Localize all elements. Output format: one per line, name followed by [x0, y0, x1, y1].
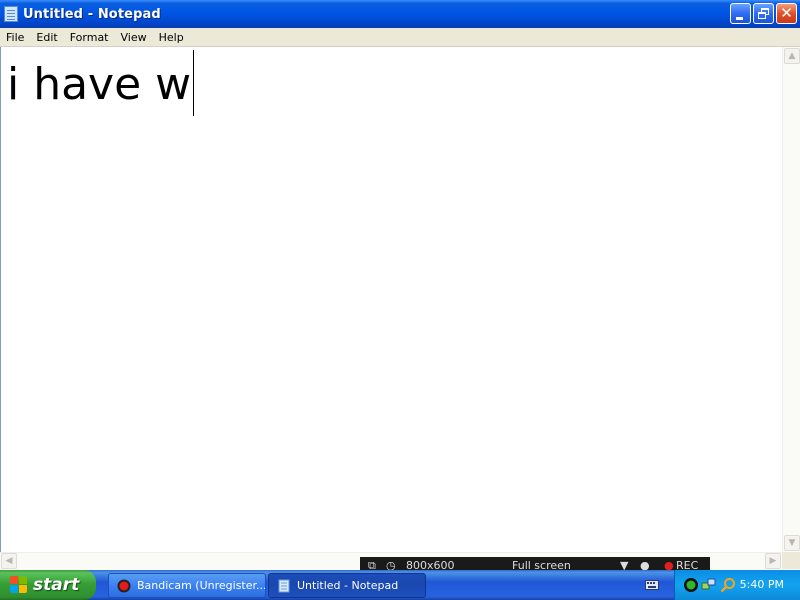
taskbar-item-notepad[interactable]: Untitled - Notepad: [268, 573, 426, 598]
clock-icon: ◷: [386, 559, 396, 570]
editor-text: i have w: [7, 59, 192, 110]
record-dot-icon: ●: [664, 559, 674, 570]
text-editor[interactable]: i have w: [0, 47, 782, 552]
start-label: start: [33, 575, 80, 595]
recorder-rec-label[interactable]: REC: [676, 560, 698, 570]
taskbar-item-label: Bandicam (Unregister...: [137, 579, 266, 592]
title-bar[interactable]: Untitled - Notepad ✕: [0, 0, 800, 28]
recorder-overlay[interactable]: ⧉ ◷ 800x600 Full screen ▼ ● ● REC: [360, 557, 710, 570]
minimize-button[interactable]: [730, 3, 751, 24]
maximize-button[interactable]: [753, 3, 774, 24]
clock[interactable]: 5:40 PM: [740, 578, 784, 591]
scrollbar-corner: [782, 552, 800, 569]
minimize-icon: [736, 17, 743, 20]
scroll-down-button[interactable]: ▼: [784, 535, 800, 551]
menu-format[interactable]: Format: [64, 31, 115, 44]
close-button[interactable]: ✕: [776, 3, 797, 24]
taskbar-item-bandicam[interactable]: Bandicam (Unregister...: [108, 573, 266, 598]
bandicam-tray-icon[interactable]: [683, 577, 699, 593]
keyboard-icon[interactable]: [645, 579, 659, 591]
menu-file[interactable]: File: [0, 31, 30, 44]
editor-content[interactable]: i have w: [7, 50, 195, 116]
menu-help[interactable]: Help: [153, 31, 190, 44]
vertical-scrollbar[interactable]: ▲ ▼: [782, 47, 800, 552]
window-mode-icon: ⧉: [368, 559, 376, 570]
text-caret: [193, 50, 195, 116]
scroll-left-button[interactable]: ◀: [1, 553, 17, 569]
network-icon[interactable]: [701, 577, 717, 593]
menu-view[interactable]: View: [115, 31, 153, 44]
taskbar-item-label: Untitled - Notepad: [297, 579, 399, 592]
system-tray: 5:40 PM: [674, 570, 800, 600]
dropdown-arrow-icon[interactable]: ▼: [620, 560, 628, 570]
scroll-up-button[interactable]: ▲: [784, 48, 800, 64]
menu-bar: File Edit Format View Help: [0, 28, 800, 47]
bandicam-icon: [117, 579, 131, 592]
taskbar: start Bandicam (Unregister... Untitled -…: [0, 570, 800, 600]
recorder-resolution: 800x600: [406, 559, 455, 570]
window-controls: ✕: [730, 3, 797, 24]
window-title: Untitled - Notepad: [23, 6, 161, 22]
camera-icon[interactable]: ●: [640, 560, 650, 570]
menu-edit[interactable]: Edit: [30, 31, 63, 44]
notepad-icon: [4, 6, 18, 22]
notepad-icon: [278, 579, 290, 592]
start-button[interactable]: start: [0, 570, 96, 600]
windows-logo-icon: [10, 576, 28, 594]
recorder-mode[interactable]: Full screen: [512, 560, 571, 570]
close-icon: ✕: [780, 4, 793, 22]
scroll-right-button[interactable]: ▶: [765, 553, 781, 569]
search-icon[interactable]: [720, 577, 736, 593]
